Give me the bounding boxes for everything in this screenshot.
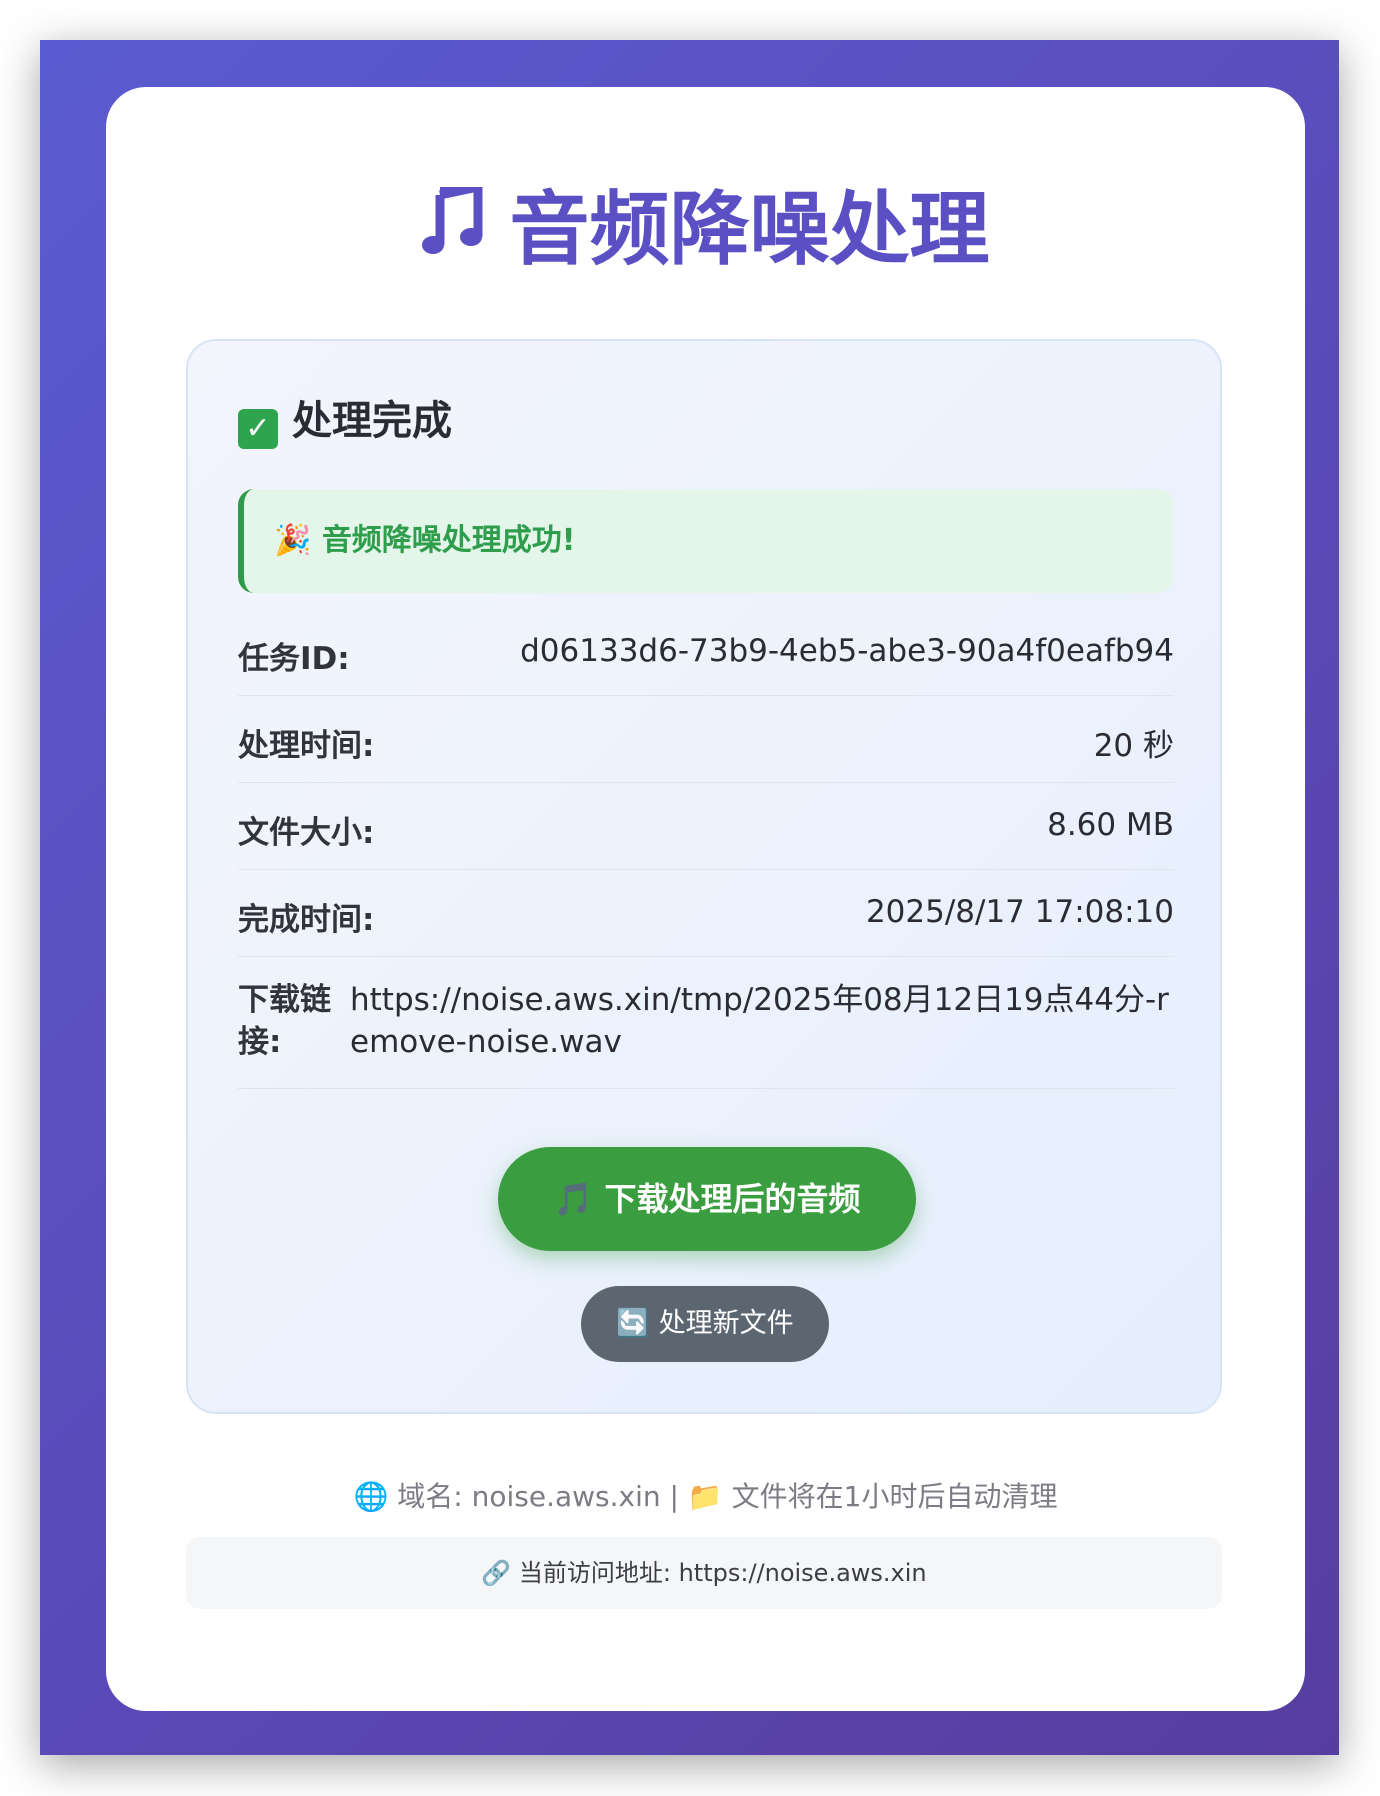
app-background: 音频降噪处理 ✓ 处理完成 🎉 音频降噪处理成功! 任务ID: d06133d6-… xyxy=(40,40,1339,1755)
process-new-file-label: 处理新文件 xyxy=(658,1308,794,1339)
task-id-label: 任务ID: xyxy=(238,641,350,677)
footer-info: 🌐 域名: noise.aws.xin | 📁 文件将在1小时后自动清理 xyxy=(106,1475,1305,1515)
detail-row-download-link: 下载链接: https://noise.aws.xin/tmp/2025年08月… xyxy=(238,957,1174,1089)
result-panel: ✓ 处理完成 🎉 音频降噪处理成功! 任务ID: d06133d6-73b9-4e… xyxy=(186,339,1222,1414)
cleanup-text: 文件将在1小时后自动清理 xyxy=(731,1480,1058,1513)
completed-time-label: 完成时间: xyxy=(238,902,375,938)
detail-row-processing-time: 处理时间: 20 秒 xyxy=(238,696,1174,783)
success-message: 音频降噪处理成功! xyxy=(321,523,576,558)
processing-time-label: 处理时间: xyxy=(238,728,375,764)
current-address-text: 当前访问地址: https://noise.aws.xin xyxy=(518,1559,927,1587)
current-address-box: 🔗 当前访问地址: https://noise.aws.xin xyxy=(186,1537,1222,1609)
success-banner: 🎉 音频降噪处理成功! xyxy=(238,489,1174,593)
detail-row-task-id: 任务ID: d06133d6-73b9-4eb5-abe3-90a4f0eafb… xyxy=(238,609,1174,696)
detail-row-completed-time: 完成时间: 2025/8/17 17:08:10 xyxy=(238,870,1174,957)
page-title-text: 音频降噪处理 xyxy=(509,183,990,276)
page-title: 音频降噪处理 xyxy=(106,175,1305,285)
task-id-value: d06133d6-73b9-4eb5-abe3-90a4f0eafb94 xyxy=(520,633,1174,669)
processing-time-value: 20 秒 xyxy=(1093,728,1174,764)
download-link-label: 下载链接: xyxy=(238,982,331,1060)
result-heading: ✓ 处理完成 xyxy=(238,393,452,449)
refresh-icon: 🔄 xyxy=(616,1308,651,1339)
file-size-value: 8.60 MB xyxy=(1047,807,1174,843)
result-heading-text: 处理完成 xyxy=(292,398,452,444)
completed-time-value: 2025/8/17 17:08:10 xyxy=(865,894,1174,930)
process-new-file-button[interactable]: 🔄 处理新文件 xyxy=(581,1286,829,1362)
download-link-value[interactable]: https://noise.aws.xin/tmp/2025年08月12日19点… xyxy=(350,979,1174,1063)
main-card: 音频降噪处理 ✓ 处理完成 🎉 音频降噪处理成功! 任务ID: d06133d6-… xyxy=(106,87,1305,1711)
detail-row-file-size: 文件大小: 8.60 MB xyxy=(238,783,1174,870)
party-popper-icon: 🎉 xyxy=(274,523,312,558)
footer-separator: | xyxy=(669,1480,679,1513)
globe-icon: 🌐 xyxy=(353,1480,389,1513)
check-icon: ✓ xyxy=(238,409,278,449)
folder-icon: 📁 xyxy=(687,1480,723,1513)
download-button-label: 下载处理后的音频 xyxy=(604,1180,861,1218)
download-button[interactable]: 🎵 下载处理后的音频 xyxy=(498,1147,916,1251)
link-icon: 🔗 xyxy=(481,1559,512,1587)
details-list: 任务ID: d06133d6-73b9-4eb5-abe3-90a4f0eafb… xyxy=(238,609,1174,1089)
domain-text: 域名: noise.aws.xin xyxy=(397,1480,661,1513)
music-note-icon xyxy=(421,175,484,285)
file-size-label: 文件大小: xyxy=(238,815,375,851)
music-note-icon: 🎵 xyxy=(553,1180,594,1218)
